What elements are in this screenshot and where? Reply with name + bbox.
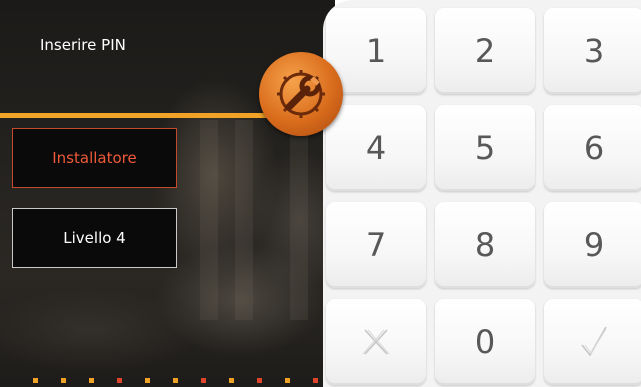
numeric-keypad: 1 2 3 4 5 6 7 8 9 0 [323,0,641,387]
page-title: Inserire PIN [40,36,126,54]
key-7[interactable]: 7 [326,202,426,288]
decor-column [235,120,253,320]
dot [89,378,94,383]
dot [61,378,66,383]
installer-badge [259,52,343,136]
dot [285,378,290,383]
pin-entry-screen: Inserire PIN Installatore Livello 4 1 2 … [0,0,641,387]
decor-column [200,120,218,320]
dot [117,378,122,383]
clear-x-icon [362,329,390,355]
dot [257,378,262,383]
installer-button[interactable]: Installatore [12,128,177,188]
accent-divider [0,113,290,118]
key-2[interactable]: 2 [435,8,535,94]
checkmark-icon [581,326,607,357]
key-8[interactable]: 8 [435,202,535,288]
wrench-gear-icon [277,70,325,118]
level-button[interactable]: Livello 4 [12,208,177,268]
installer-button-label: Installatore [52,149,137,167]
key-6[interactable]: 6 [544,105,641,191]
decor-column [290,120,308,320]
dot [229,378,234,383]
key-5[interactable]: 5 [435,105,535,191]
dot [201,378,206,383]
dot [33,378,38,383]
progress-dots [0,378,335,384]
key-0[interactable]: 0 [435,299,535,385]
key-3[interactable]: 3 [544,8,641,94]
dot [173,378,178,383]
confirm-button[interactable] [544,299,641,385]
dot [145,378,150,383]
clear-button[interactable] [326,299,426,385]
key-4[interactable]: 4 [326,105,426,191]
dot [313,378,318,383]
level-button-label: Livello 4 [63,229,126,247]
key-9[interactable]: 9 [544,202,641,288]
